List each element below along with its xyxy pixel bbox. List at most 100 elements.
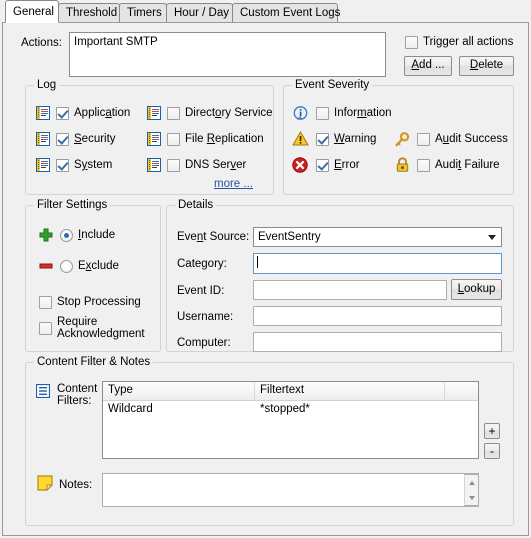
cell-type: Wildcard [108,403,153,415]
content-filters-table[interactable]: Type Filtertext Wildcard *stopped* [102,381,479,459]
tab-general-label: General [13,6,54,18]
details-group-title: Details [175,199,217,212]
severity-information-label: Information [334,107,392,119]
details-group: Details Event Source: EventSentry Catego… [166,199,514,352]
filter-settings-group-title: Filter Settings [34,199,111,212]
error-icon [292,157,308,173]
notes-scroll-down-button[interactable] [465,490,478,505]
remove-content-filter-label: - [490,444,494,458]
add-content-filter-button[interactable]: + [484,423,500,439]
log-security-label: Security [74,133,116,145]
require-acknowledgment-checkbox[interactable] [39,322,52,335]
notes-scroll-up-button[interactable] [465,475,478,490]
severity-error-checkbox[interactable] [316,159,329,172]
tab-threshold-label: Threshold [66,7,118,19]
trigger-all-actions-checkbox[interactable] [405,36,418,49]
log-system-label: System [74,159,113,171]
lock-icon [396,157,409,172]
warning-icon [292,131,309,146]
notes-input[interactable] [102,473,479,507]
severity-audit-failure-checkbox[interactable] [417,159,430,172]
plus-icon [39,228,53,242]
actions-listbox[interactable]: Important SMTP [69,32,386,77]
severity-audit-success-checkbox[interactable] [417,133,430,146]
notes-scrollbar[interactable] [464,474,479,506]
tab-threshold[interactable]: Threshold [58,3,120,22]
tab-custom-event-logs[interactable]: Custom Event Logs [232,3,341,22]
severity-information-checkbox[interactable] [316,107,329,120]
log-dns-server-checkbox[interactable] [167,159,180,172]
cell-extra [445,401,478,418]
event-severity-group-title: Event Severity [292,79,373,92]
category-input[interactable] [253,253,502,274]
tab-timers[interactable]: Timers [119,3,167,22]
minus-icon [39,263,53,269]
content-filter-notes-group: Content Filter & Notes Content Filters: T… [25,356,514,526]
filter-include-label: Include [78,229,116,241]
severity-audit-success-label: Audit Success [435,133,508,145]
chevron-down-icon [488,235,496,240]
list-item[interactable]: Important SMTP [70,33,385,49]
filter-include-radio[interactable] [60,229,73,242]
log-group: Log Application Security System Director… [25,79,274,195]
event-severity-group: Event Severity Information Warning Error… [283,79,514,195]
table-row[interactable]: Wildcard *stopped* [103,401,478,418]
severity-audit-failure-label: Audit Failure [435,159,500,171]
severity-warning-checkbox[interactable] [316,133,329,146]
filter-settings-group: Filter Settings Include Exclude Stop Pro… [25,199,161,352]
log-file-replication-label: File Replication [185,133,264,145]
cell-filtertext: *stopped* [260,403,310,415]
arrow-up-icon [468,480,475,485]
column-header-type[interactable]: Type [103,382,255,400]
username-label: Username: [177,311,234,323]
event-source-combobox[interactable]: EventSentry [253,227,502,247]
tab-hour-day-label: Hour / Day [174,7,229,19]
content-filters-icon [36,384,50,398]
information-icon [293,106,308,120]
tab-general[interactable]: General [5,0,59,23]
log-application-label: Application [74,107,131,119]
log-dns-server-label: DNS Server [185,159,247,171]
notes-icon [37,475,53,491]
username-input[interactable] [253,306,502,326]
delete-button[interactable]: Delete [459,56,514,76]
tab-page-general: Actions: Important SMTP Trigger all acti… [2,22,529,536]
severity-warning-label: Warning [334,133,377,145]
lookup-button-label: Lookup [457,282,496,295]
log-group-title: Log [34,79,60,92]
tab-custom-event-logs-label: Custom Event Logs [240,7,341,19]
log-application-checkbox[interactable] [56,107,69,120]
event-source-value: EventSentry [258,231,321,243]
log-system-checkbox[interactable] [56,159,69,172]
stop-processing-label: Stop Processing [57,296,141,308]
notes-label: Notes: [59,479,93,491]
stop-processing-checkbox[interactable] [39,296,52,309]
require-acknowledgment-label: Require Acknowledgment [57,316,145,340]
remove-content-filter-button[interactable]: - [484,443,500,459]
table-header-row: Type Filtertext [103,382,478,401]
lookup-button[interactable]: Lookup [451,279,502,300]
filter-exclude-radio[interactable] [60,260,73,273]
key-icon [395,132,410,147]
tab-hour-day[interactable]: Hour / Day [166,3,233,22]
add-button[interactable]: Add ... [404,56,452,76]
computer-input[interactable] [253,332,502,352]
event-source-label: Event Source: [177,231,250,243]
event-id-input[interactable] [253,280,447,300]
column-header-filtertext[interactable]: Filtertext [255,382,445,400]
column-header-extra[interactable] [445,382,478,400]
log-book-icon [36,132,50,146]
content-filter-notes-group-title: Content Filter & Notes [34,356,154,369]
arrow-down-icon [468,495,475,500]
log-file-replication-checkbox[interactable] [167,133,180,146]
add-content-filter-label: + [488,424,496,438]
computer-label: Computer: [177,337,231,349]
log-security-checkbox[interactable] [56,133,69,146]
log-book-icon [36,158,50,172]
actions-label: Actions: [21,37,62,49]
severity-error-label: Error [334,159,360,171]
log-directory-service-checkbox[interactable] [167,107,180,120]
trigger-all-actions-label: Trigger all actions [423,36,514,48]
log-more-link[interactable]: more ... [214,178,253,190]
event-id-label: Event ID: [177,285,225,297]
